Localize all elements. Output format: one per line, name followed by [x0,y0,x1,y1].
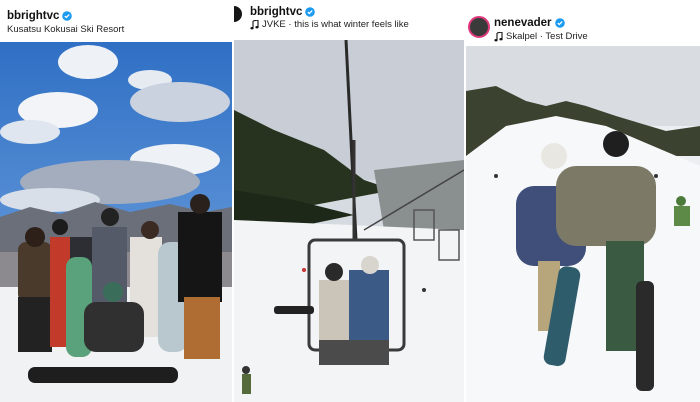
avatar[interactable] [234,6,242,22]
username-label: bbrightvc [7,10,60,22]
verified-badge-icon [305,7,316,17]
username-link[interactable]: bbrightvc [7,10,73,22]
username-label: bbrightvc [250,6,303,18]
post-photo[interactable] [466,46,700,402]
username-link[interactable]: nenevader [494,17,565,29]
snowboard-group-photo [0,42,232,402]
post-photo[interactable] [234,40,464,402]
audio-link[interactable]: JVKE · this is what winter feels like [250,19,409,30]
music-note-icon [494,31,503,41]
location-link[interactable]: Kusatsu Kokusai Ski Resort [7,24,124,35]
verified-badge-icon [554,18,565,28]
audio-link[interactable]: Skalpel · Test Drive [494,31,588,42]
post-header: bbrightvc Kusatsu Kokusai Ski Resort [0,0,232,42]
two-snowboarders-photo [466,46,700,402]
location-label: Kusatsu Kokusai Ski Resort [7,24,125,35]
post-header: bbrightvc JVKE · this is what winter fee… [234,0,464,40]
audio-label: JVKE · this is what winter feels like [262,19,409,30]
post-card-1: bbrightvc Kusatsu Kokusai Ski Resort [0,0,232,402]
music-note-icon [250,19,259,29]
avatar[interactable] [468,16,490,38]
chairlift-photo [234,40,464,402]
post-card-3: nenevader Skalpel · Test Drive [466,0,700,402]
username-label: nenevader [494,17,552,29]
post-photo[interactable] [0,42,232,402]
post-card-2: bbrightvc JVKE · this is what winter fee… [234,0,464,402]
instagram-post-collage: bbrightvc Kusatsu Kokusai Ski Resort bbr… [0,0,700,402]
username-link[interactable]: bbrightvc [250,6,316,18]
post-header: nenevader Skalpel · Test Drive [466,0,700,46]
verified-badge-icon [62,11,73,21]
audio-label: Skalpel · Test Drive [506,31,588,42]
